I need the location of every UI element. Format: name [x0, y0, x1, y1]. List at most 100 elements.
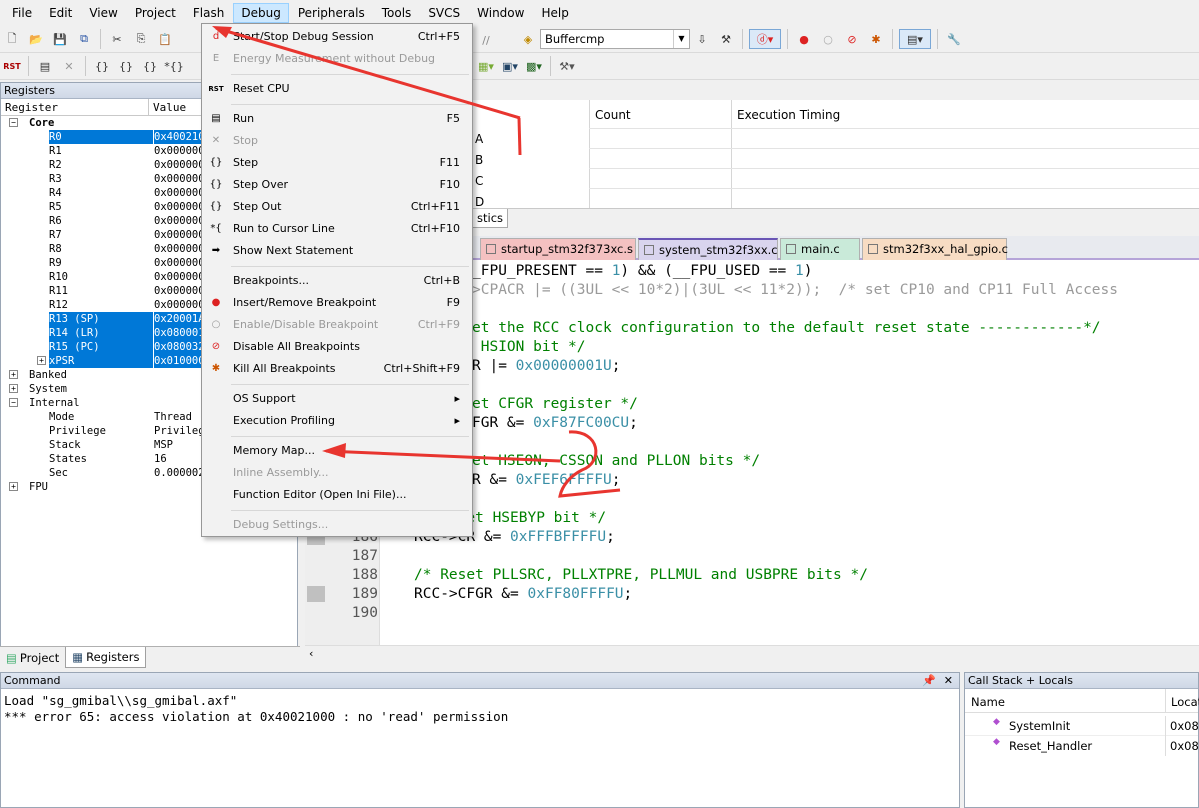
target-options-icon[interactable]: ◈	[518, 29, 538, 49]
register-value[interactable]: 0x000000	[154, 158, 205, 172]
column-execution-timing[interactable]: Execution Timing	[737, 108, 840, 122]
register-value[interactable]: 0x080032	[154, 340, 202, 354]
collapse-icon[interactable]: −	[9, 118, 18, 127]
run-icon[interactable]: ▤	[35, 56, 55, 76]
trace-icon[interactable]: ▦▾	[476, 56, 496, 76]
register-value[interactable]: 0x000000	[154, 270, 205, 284]
new-file-icon[interactable]: 🗋	[2, 29, 22, 49]
register-value[interactable]: 0x000000	[154, 228, 205, 242]
tab-main-c[interactable]: main.c	[780, 238, 860, 260]
target-select[interactable]: Buffercmp ▼	[540, 29, 690, 49]
step-icon[interactable]: {}	[92, 56, 112, 76]
menu-item-breakpoints[interactable]: Breakpoints... Ctrl+B	[202, 270, 472, 292]
enable-breakpoint-icon[interactable]: ○	[818, 29, 838, 49]
menu-view[interactable]: View	[81, 3, 125, 23]
menu-flash[interactable]: Flash	[185, 3, 232, 23]
expand-icon[interactable]: +	[9, 370, 18, 379]
reset-icon[interactable]: RST	[2, 56, 22, 76]
close-icon[interactable]: ✕	[944, 673, 953, 688]
menu-item-enable-disable-breakpoint[interactable]: ○ Enable/Disable Breakpoint Ctrl+F9	[202, 314, 472, 336]
expand-icon[interactable]: +	[9, 384, 18, 393]
paste-icon[interactable]: 📋	[155, 29, 175, 49]
menu-project[interactable]: Project	[127, 3, 184, 23]
column-name[interactable]: Name	[971, 695, 1005, 709]
menu-peripherals[interactable]: Peripherals	[290, 3, 373, 23]
register-value[interactable]: Privileg	[154, 424, 205, 438]
tab-stm32f3xx_hal_gpio-c[interactable]: stm32f3xx_hal_gpio.c	[862, 238, 1008, 260]
register-value[interactable]: 0x000000	[154, 284, 205, 298]
menu-file[interactable]: File	[4, 3, 40, 23]
save-all-icon[interactable]: ⧉	[74, 29, 94, 49]
menu-item-show-next-statement[interactable]: ➡ Show Next Statement	[202, 240, 472, 262]
kill-breakpoints-icon[interactable]: ✱	[866, 29, 886, 49]
menu-edit[interactable]: Edit	[41, 3, 80, 23]
step-over-icon[interactable]: {}	[116, 56, 136, 76]
register-value[interactable]: MSP	[154, 438, 173, 452]
tab-system_stm32f3xx-c[interactable]: system_stm32f3xx.c	[638, 238, 778, 260]
step-out-icon[interactable]: {}	[140, 56, 160, 76]
chevron-down-icon[interactable]: ▼	[673, 30, 689, 48]
menu-svcs[interactable]: SVCS	[420, 3, 468, 23]
system-viewer-icon[interactable]: ▣▾	[500, 56, 520, 76]
tab-registers[interactable]: ▦ Registers	[65, 647, 147, 668]
executable-line-marker[interactable]	[307, 586, 325, 602]
register-value[interactable]: 0x20001A	[154, 312, 202, 326]
menu-item-step-out[interactable]: {} Step Out Ctrl+F11	[202, 196, 472, 218]
column-location[interactable]: Locati	[1165, 689, 1199, 713]
stop-icon[interactable]: ✕	[59, 56, 79, 76]
menu-item-disable-all-breakpoints[interactable]: ⊘ Disable All Breakpoints	[202, 336, 472, 358]
expand-icon[interactable]: +	[37, 356, 46, 365]
debug-session-icon[interactable]: ⓓ▾	[749, 29, 781, 49]
menu-item-os-support[interactable]: OS Support ▸	[202, 388, 472, 410]
menu-item-energy-measurement-without-debug[interactable]: E Energy Measurement without Debug	[202, 48, 472, 70]
run-to-cursor-icon[interactable]: *{}	[164, 56, 184, 76]
insert-breakpoint-icon[interactable]: ●	[794, 29, 814, 49]
register-value[interactable]: 0x010000	[154, 354, 202, 368]
menu-item-stop[interactable]: ✕ Stop	[202, 130, 472, 152]
scroll-left-icon[interactable]: ‹	[309, 647, 313, 660]
tab-startup_stm32f373xc-s[interactable]: startup_stm32f373xc.s	[480, 238, 636, 260]
column-count[interactable]: Count	[595, 108, 631, 122]
download-icon[interactable]: ⇩	[692, 29, 712, 49]
configure-icon[interactable]: 🔧	[944, 29, 964, 49]
manage-icon[interactable]: ⚒	[716, 29, 736, 49]
menu-help[interactable]: Help	[533, 3, 576, 23]
pin-icon[interactable]: 📌	[922, 673, 936, 688]
menu-item-memory-map[interactable]: Memory Map...	[202, 440, 472, 462]
menu-item-insert-remove-breakpoint[interactable]: ● Insert/Remove Breakpoint F9	[202, 292, 472, 314]
register-value[interactable]: 0x000000	[154, 186, 205, 200]
menu-debug[interactable]: Debug	[233, 3, 289, 23]
menu-item-inline-assembly[interactable]: Inline Assembly...	[202, 462, 472, 484]
menu-item-execution-profiling[interactable]: Execution Profiling ▸	[202, 410, 472, 432]
cut-icon[interactable]: ✂	[107, 29, 127, 49]
tools-icon[interactable]: ⚒▾	[557, 56, 577, 76]
disable-breakpoints-icon[interactable]: ⊘	[842, 29, 862, 49]
menu-tools[interactable]: Tools	[374, 3, 420, 23]
open-file-icon[interactable]: 📂	[26, 29, 46, 49]
column-register[interactable]: Register	[1, 99, 149, 115]
tab-statistics[interactable]: stics	[472, 209, 509, 228]
register-value[interactable]: Thread	[154, 410, 192, 424]
toggle-comment-icon[interactable]: //	[476, 30, 496, 50]
register-value[interactable]: 0x000000	[154, 172, 205, 186]
menu-window[interactable]: Window	[469, 3, 532, 23]
menu-item-step[interactable]: {} Step F11	[202, 152, 472, 174]
memory-icon[interactable]: ▩▾	[524, 56, 544, 76]
menu-item-kill-all-breakpoints[interactable]: ✱ Kill All Breakpoints Ctrl+Shift+F9	[202, 358, 472, 380]
menu-item-step-over[interactable]: {} Step Over F10	[202, 174, 472, 196]
menu-item-run[interactable]: ▤ Run F5	[202, 108, 472, 130]
collapse-icon[interactable]: −	[9, 398, 18, 407]
menu-item-run-to-cursor-line[interactable]: *{Run to Cursor Line Ctrl+F10	[202, 218, 472, 240]
register-value[interactable]: 0x400210	[154, 130, 202, 144]
command-output[interactable]: Load "sg_gmibal\\sg_gmibal.axf" *** error…	[1, 689, 959, 729]
register-value[interactable]: 0x000000	[154, 298, 205, 312]
register-value[interactable]: 0x000000	[154, 256, 205, 270]
menu-item-debug-settings[interactable]: Debug Settings...	[202, 514, 472, 536]
copy-icon[interactable]: ⎘	[131, 29, 151, 49]
callstack-row[interactable]: ◆ Reset_Handler 0x080	[965, 736, 1199, 756]
register-value[interactable]: 0x000000	[154, 214, 205, 228]
window-layout-icon[interactable]: ▤▾	[899, 29, 931, 49]
editor-horizontal-scrollbar[interactable]: ‹	[305, 645, 1199, 662]
register-value[interactable]: 0.000002	[154, 466, 205, 480]
menu-item-reset-cpu[interactable]: RST Reset CPU	[202, 78, 472, 100]
